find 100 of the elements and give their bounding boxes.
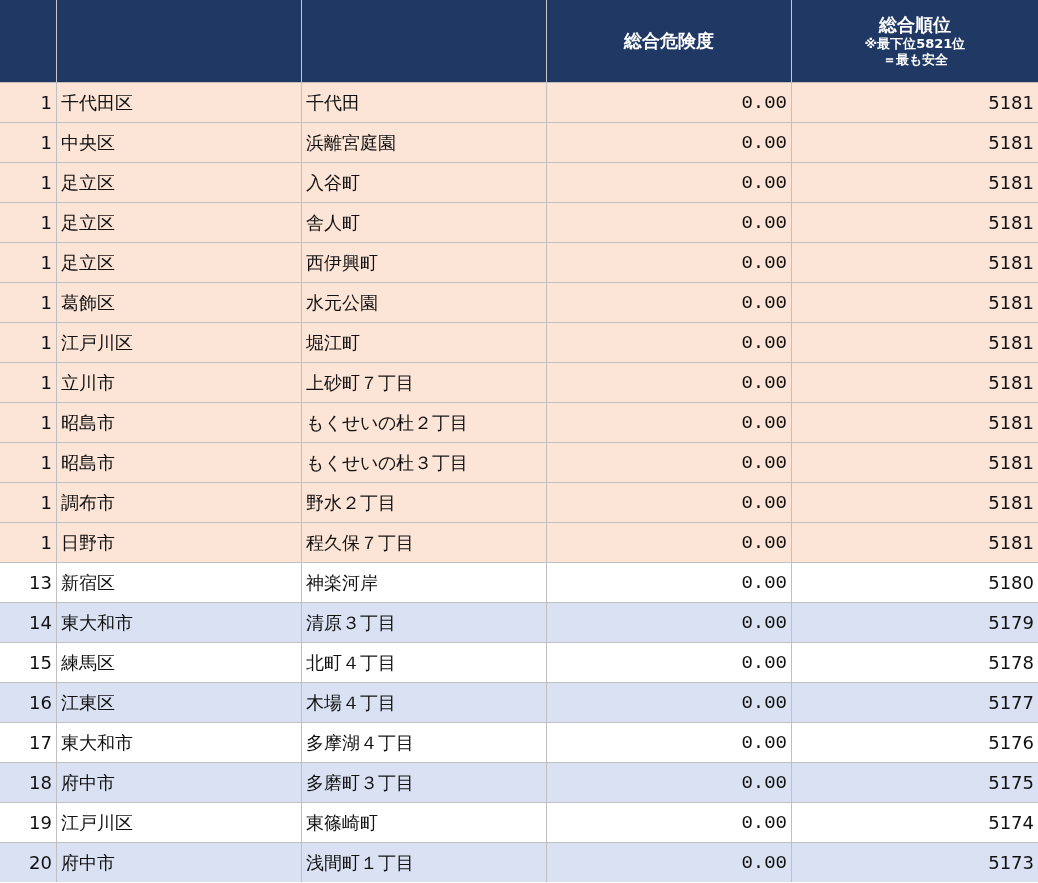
rank-cell: 18 (29, 772, 52, 793)
rank-cell: 13 (29, 572, 52, 593)
order-cell: 5181 (988, 372, 1034, 393)
score-cell: 0.00 (741, 611, 787, 634)
score-cell: 0.00 (741, 331, 787, 354)
area-cell: もくせいの杜２丁目 (306, 410, 468, 435)
score-cell: 0.00 (741, 811, 787, 834)
city-cell: 葛飾区 (61, 290, 115, 315)
area-cell: もくせいの杜３丁目 (306, 450, 468, 475)
city-cell: 練馬区 (61, 650, 115, 675)
column-header: 総合危険度 (624, 30, 714, 52)
rank-cell: 16 (29, 692, 52, 713)
area-cell: 水元公園 (306, 290, 378, 315)
area-cell: 清原３丁目 (306, 610, 396, 635)
column-header-note: ＝最も安全 (882, 52, 948, 68)
order-cell: 5181 (988, 252, 1034, 273)
city-cell: 調布市 (61, 490, 115, 515)
rank-cell: 20 (29, 852, 52, 873)
rank-cell: 14 (29, 612, 52, 633)
order-cell: 5176 (988, 732, 1034, 753)
area-cell: 西伊興町 (306, 250, 378, 275)
order-cell: 5174 (988, 812, 1034, 833)
rank-cell: 1 (40, 332, 52, 353)
city-cell: 江戸川区 (61, 330, 133, 355)
city-cell: 府中市 (61, 770, 115, 795)
score-cell: 0.00 (741, 211, 787, 234)
city-cell: 足立区 (61, 210, 115, 235)
order-cell: 5181 (988, 212, 1034, 233)
area-cell: 浅間町１丁目 (306, 850, 414, 875)
rank-cell: 1 (40, 172, 52, 193)
column-header-note: ※最下位5821位 (864, 36, 966, 52)
rank-cell: 19 (29, 812, 52, 833)
score-cell: 0.00 (741, 491, 787, 514)
score-cell: 0.00 (741, 411, 787, 434)
order-cell: 5180 (988, 572, 1034, 593)
area-cell: 舎人町 (306, 210, 360, 235)
rank-cell: 1 (40, 132, 52, 153)
city-cell: 江東区 (61, 690, 115, 715)
rank-cell: 1 (40, 372, 52, 393)
area-cell: 上砂町７丁目 (306, 370, 414, 395)
rank-cell: 1 (40, 452, 52, 473)
rank-cell: 15 (29, 652, 52, 673)
order-cell: 5179 (988, 612, 1034, 633)
order-cell: 5181 (988, 132, 1034, 153)
score-cell: 0.00 (741, 771, 787, 794)
score-cell: 0.00 (741, 371, 787, 394)
rank-cell: 1 (40, 212, 52, 233)
area-cell: 東篠崎町 (306, 810, 378, 835)
area-cell: 木場４丁目 (306, 690, 396, 715)
area-cell: 北町４丁目 (306, 650, 396, 675)
city-cell: 新宿区 (61, 570, 115, 595)
column-header: 総合順位 (879, 14, 951, 36)
city-cell: 昭島市 (61, 410, 115, 435)
order-cell: 5175 (988, 772, 1034, 793)
order-cell: 5177 (988, 692, 1034, 713)
city-cell: 中央区 (61, 130, 115, 155)
order-cell: 5181 (988, 172, 1034, 193)
rank-cell: 1 (40, 292, 52, 313)
city-cell: 立川市 (61, 370, 115, 395)
rank-cell: 1 (40, 412, 52, 433)
score-cell: 0.00 (741, 851, 787, 874)
area-cell: 千代田 (306, 90, 360, 115)
order-cell: 5181 (988, 292, 1034, 313)
order-cell: 5181 (988, 332, 1034, 353)
score-cell: 0.00 (741, 171, 787, 194)
city-cell: 昭島市 (61, 450, 115, 475)
score-cell: 0.00 (741, 651, 787, 674)
order-cell: 5178 (988, 652, 1034, 673)
rank-cell: 1 (40, 492, 52, 513)
score-cell: 0.00 (741, 531, 787, 554)
area-cell: 多磨町３丁目 (306, 770, 414, 795)
order-cell: 5181 (988, 452, 1034, 473)
order-cell: 5181 (988, 532, 1034, 553)
city-cell: 東大和市 (61, 610, 133, 635)
score-cell: 0.00 (741, 691, 787, 714)
city-cell: 日野市 (61, 530, 115, 555)
score-cell: 0.00 (741, 291, 787, 314)
rank-cell: 1 (40, 532, 52, 553)
city-cell: 足立区 (61, 250, 115, 275)
score-cell: 0.00 (741, 451, 787, 474)
score-cell: 0.00 (741, 91, 787, 114)
city-cell: 足立区 (61, 170, 115, 195)
area-cell: 程久保７丁目 (306, 530, 414, 555)
area-cell: 野水２丁目 (306, 490, 396, 515)
city-cell: 千代田区 (61, 90, 133, 115)
rank-cell: 1 (40, 92, 52, 113)
rank-cell: 1 (40, 252, 52, 273)
score-cell: 0.00 (741, 731, 787, 754)
area-cell: 堀江町 (306, 330, 360, 355)
area-cell: 多摩湖４丁目 (306, 730, 414, 755)
city-cell: 府中市 (61, 850, 115, 875)
order-cell: 5181 (988, 92, 1034, 113)
area-cell: 入谷町 (306, 170, 360, 195)
area-cell: 神楽河岸 (306, 570, 378, 595)
rank-cell: 17 (29, 732, 52, 753)
city-cell: 東大和市 (61, 730, 133, 755)
score-cell: 0.00 (741, 131, 787, 154)
order-cell: 5181 (988, 412, 1034, 433)
order-cell: 5173 (988, 852, 1034, 873)
city-cell: 江戸川区 (61, 810, 133, 835)
